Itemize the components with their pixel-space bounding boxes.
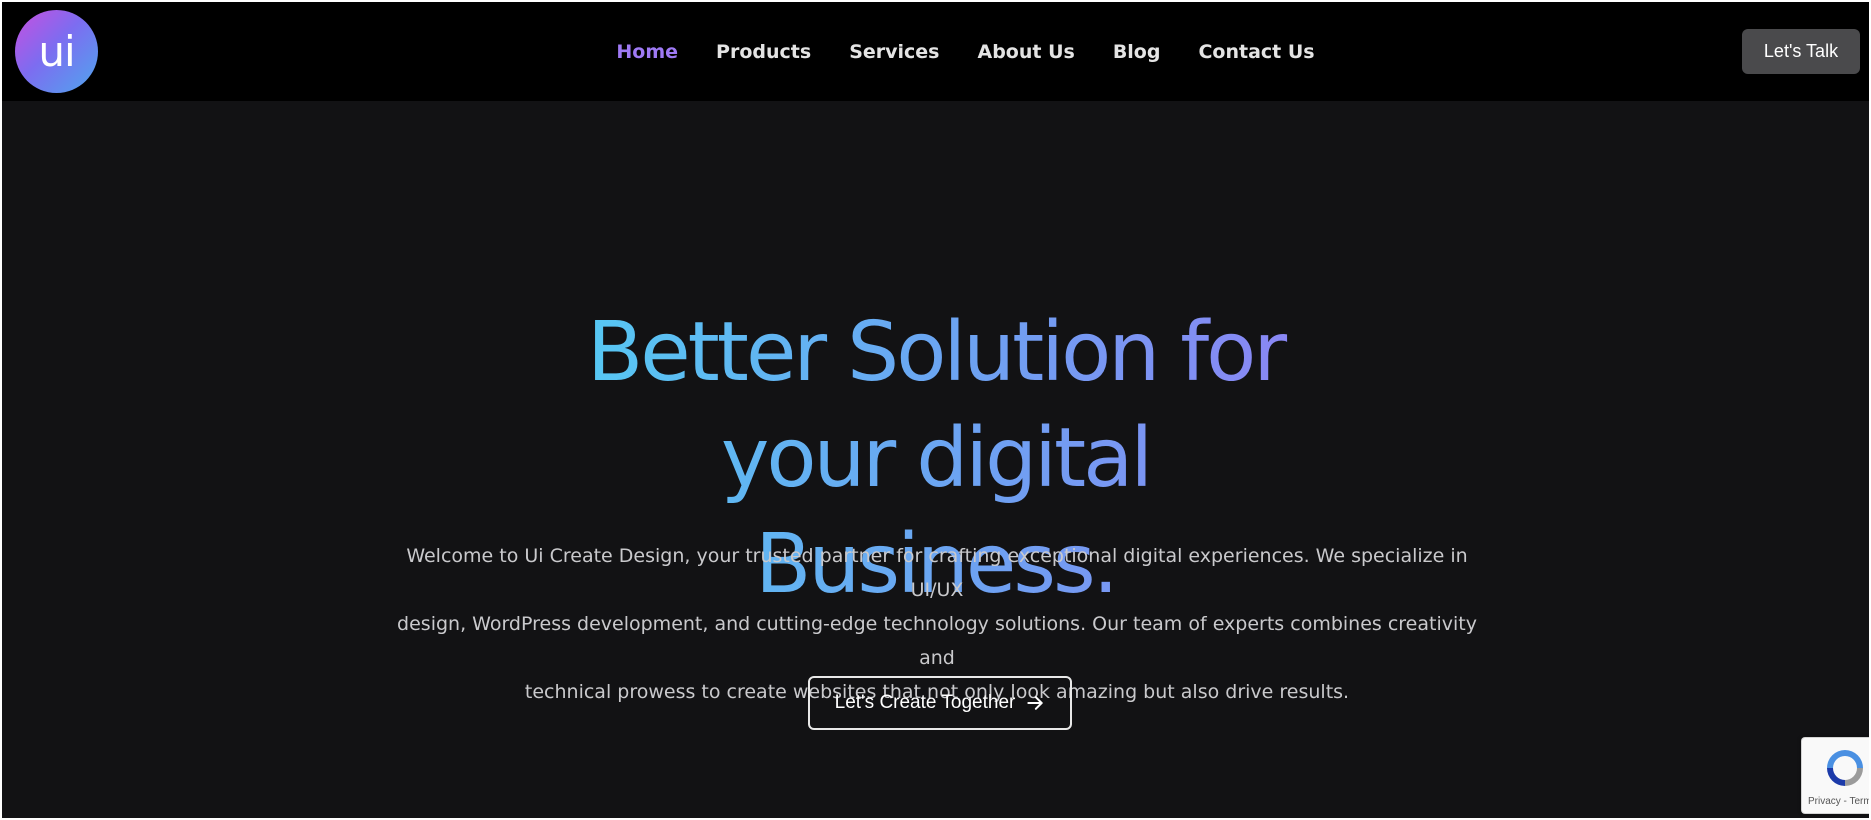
lets-create-together-button[interactable]: Let's Create Together [808, 676, 1072, 730]
nav-item-about-us[interactable]: About Us [977, 41, 1074, 63]
main-nav: Home Products Services About Us Blog Con… [2, 2, 1869, 101]
nav-item-contact-us[interactable]: Contact Us [1198, 41, 1314, 63]
site-logo[interactable]: ui [15, 10, 98, 93]
arrow-right-icon [1027, 696, 1044, 710]
lets-talk-button[interactable]: Let's Talk [1742, 29, 1860, 74]
logo-text: ui [38, 27, 75, 76]
nav-item-products[interactable]: Products [716, 41, 811, 63]
recaptcha-links[interactable]: Privacy - Terms [1808, 796, 1869, 807]
page-frame: ui Home Products Services About Us Blog … [2, 2, 1869, 818]
site-header: ui Home Products Services About Us Blog … [2, 2, 1869, 101]
nav-item-services[interactable]: Services [849, 41, 939, 63]
recaptcha-badge[interactable]: Privacy - Terms [1801, 737, 1869, 814]
hero-description-line-2: design, WordPress development, and cutti… [397, 613, 1477, 669]
hero-title-line-1: Better Solution for [576, 300, 1296, 406]
recaptcha-icon [1827, 750, 1863, 786]
nav-item-blog[interactable]: Blog [1113, 41, 1161, 63]
nav-item-home[interactable]: Home [616, 41, 678, 63]
hero-description-line-1: Welcome to Ui Create Design, your truste… [406, 545, 1468, 601]
cta-label: Let's Create Together [834, 692, 1016, 713]
